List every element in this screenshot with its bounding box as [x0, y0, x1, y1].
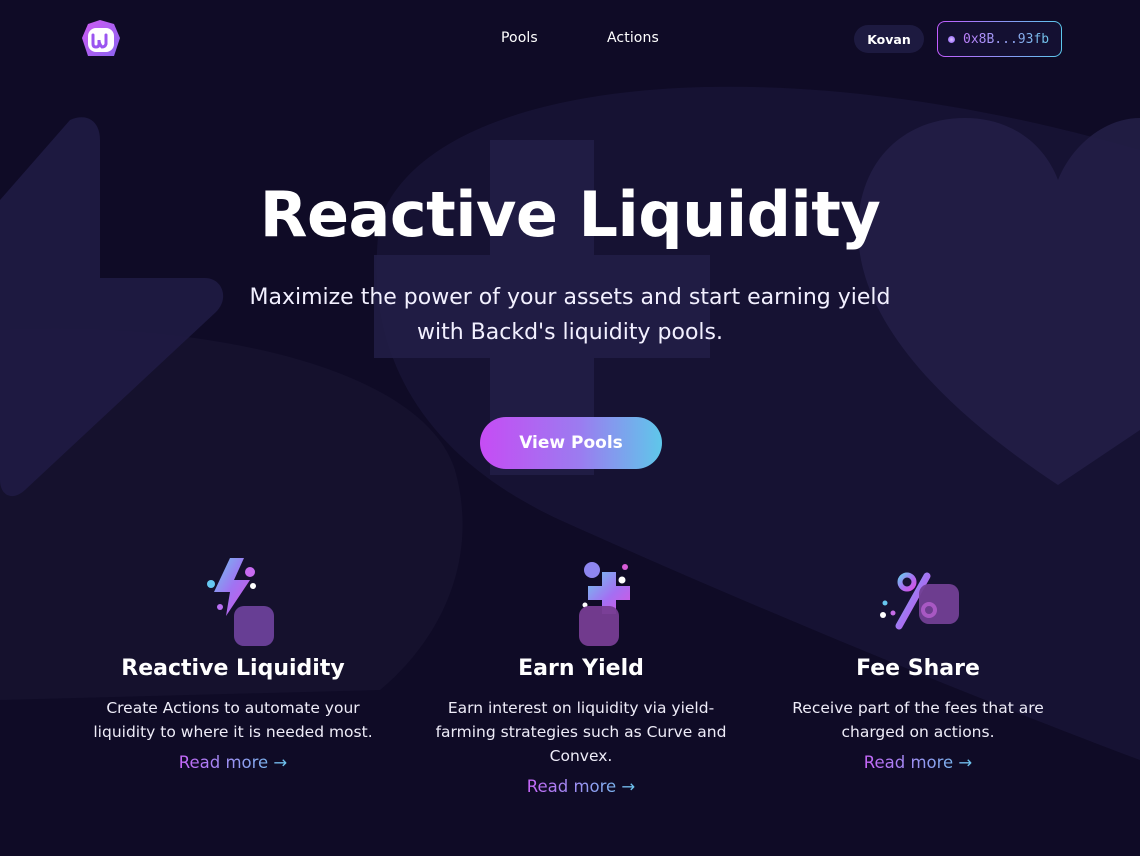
backd-logo-icon[interactable]	[80, 18, 122, 60]
feature-description: Receive part of the fees that are charge…	[792, 699, 1044, 741]
wallet-status-dot-icon	[948, 35, 955, 43]
landing-page: Pools Actions Kovan 0x8B...93fb Reactive…	[0, 0, 1140, 856]
feature-earn-yield: Earn Yield Earn interest on liquidity vi…	[431, 550, 731, 796]
read-more-link[interactable]: Read more →	[527, 777, 636, 796]
hero-subtitle: Maximize the power of your assets and st…	[249, 285, 891, 345]
feature-description: Create Actions to automate your liquidit…	[93, 699, 373, 741]
feature-description: Earn interest on liquidity via yield-far…	[435, 699, 727, 765]
view-pools-button[interactable]: View Pools	[480, 417, 662, 469]
wallet-button[interactable]: 0x8B...93fb	[937, 21, 1062, 57]
read-more-link[interactable]: Read more →	[864, 753, 973, 772]
percent-icon	[880, 572, 959, 630]
feature-reactive-liquidity: Reactive Liquidity Create Actions to aut…	[83, 550, 383, 772]
wallet-button-inner: 0x8B...93fb	[938, 22, 1061, 56]
feature-title: Reactive Liquidity	[121, 656, 345, 681]
top-navigation: Pools Actions Kovan 0x8B...93fb	[0, 0, 1140, 80]
wallet-address: 0x8B...93fb	[963, 31, 1050, 47]
feature-title: Earn Yield	[518, 656, 644, 681]
nav-link-pools[interactable]: Pools	[501, 30, 538, 46]
lightning-icon	[207, 558, 274, 646]
hero-title: Reactive Liquidity	[259, 178, 881, 251]
feature-fee-share: Fee Share Receive part of the fees that …	[768, 550, 1068, 772]
read-more-link[interactable]: Read more →	[179, 753, 288, 772]
network-label: Kovan	[867, 31, 911, 47]
plus-icon	[579, 562, 630, 646]
network-badge[interactable]: Kovan	[854, 25, 924, 53]
nav-link-actions[interactable]: Actions	[607, 30, 659, 46]
feature-title: Fee Share	[856, 656, 980, 681]
